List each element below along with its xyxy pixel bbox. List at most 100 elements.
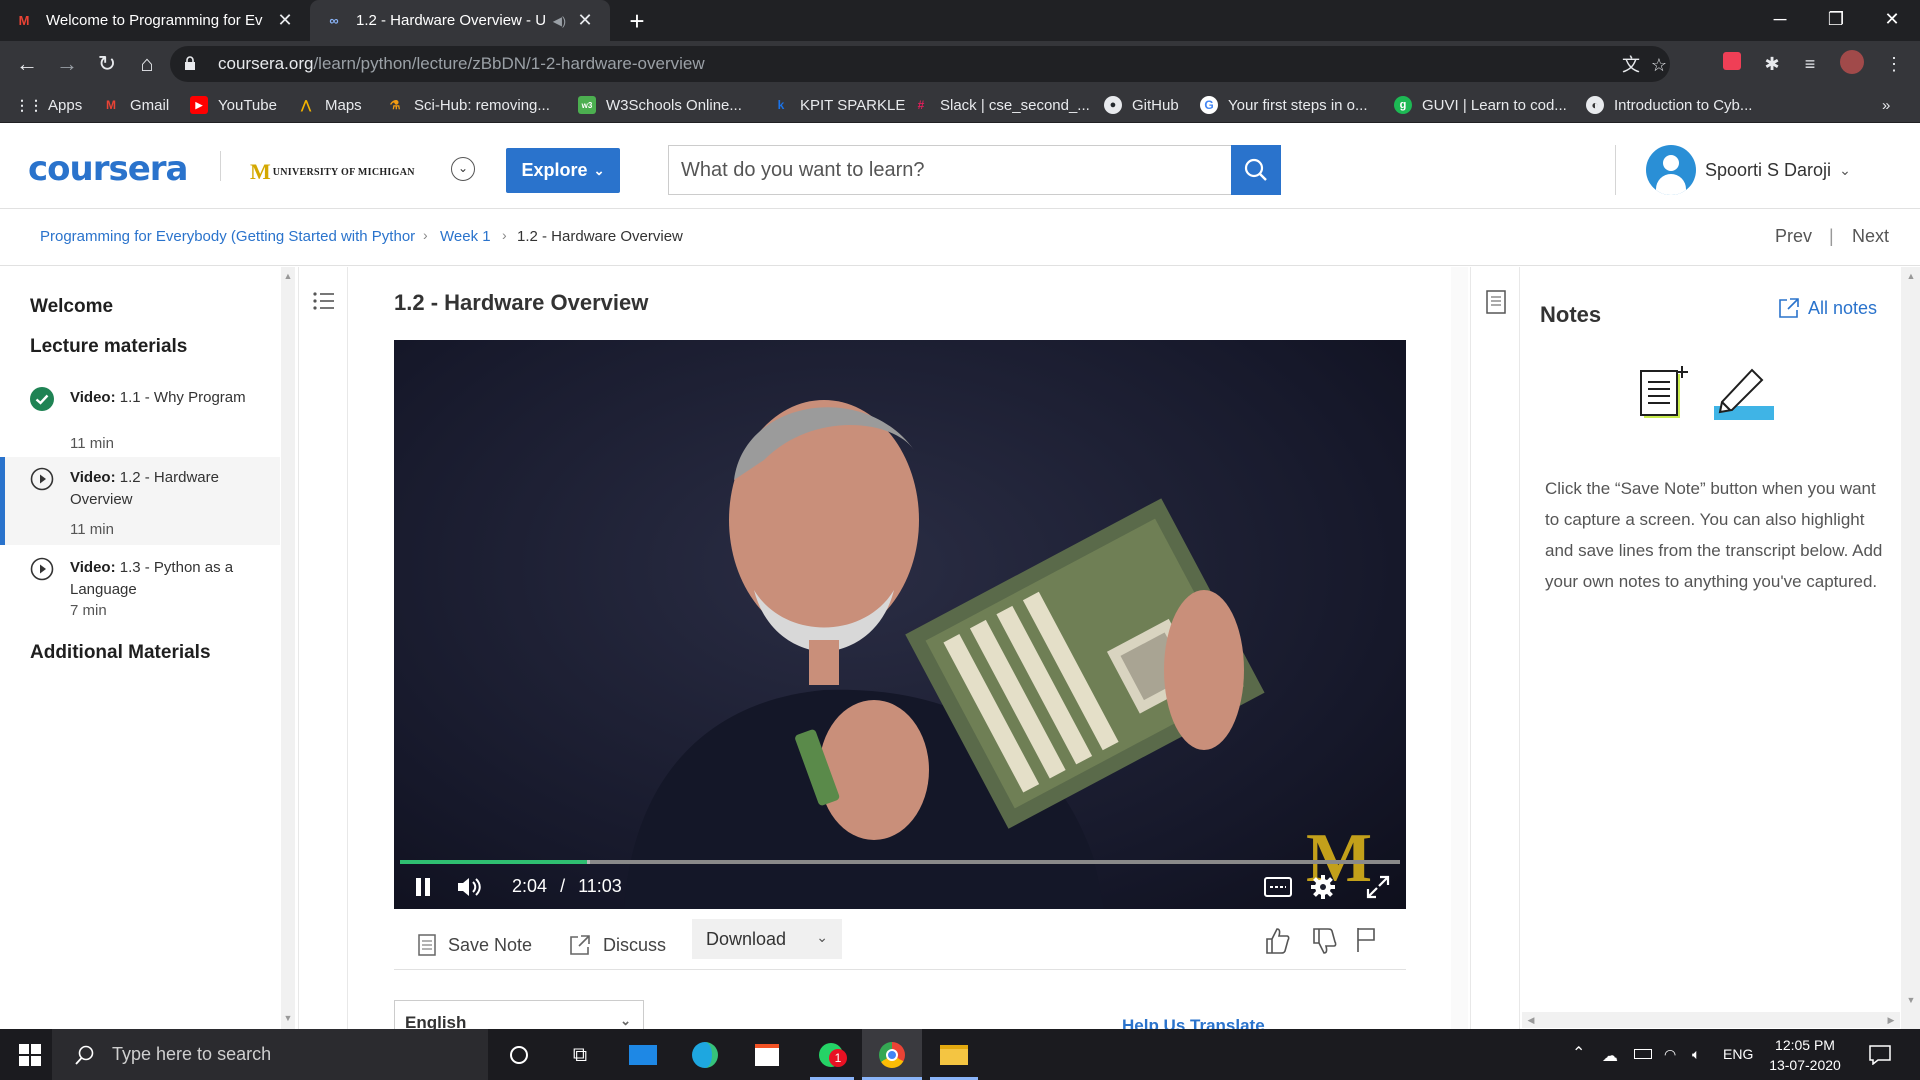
whatsapp-icon[interactable]: 1 bbox=[815, 1039, 847, 1071]
bookmark-gmail[interactable]: M Gmail bbox=[102, 94, 169, 116]
scroll-up-icon[interactable]: ▲ bbox=[281, 271, 295, 281]
sidebar-scrollbar[interactable]: ▲ ▼ bbox=[281, 267, 295, 1029]
course-outline-sidebar: Welcome Lecture materials Video: 1.1 - W… bbox=[0, 267, 280, 1029]
bookmark-cyber[interactable]: ◐ Introduction to Cyb... bbox=[1586, 94, 1752, 116]
sidebar-item-video-1-2[interactable]: Video: 1.2 - Hardware Overview 11 min bbox=[0, 457, 280, 545]
fullscreen-icon[interactable] bbox=[1366, 875, 1390, 899]
bookmarks-overflow-button[interactable]: » bbox=[1882, 94, 1890, 116]
pocket-extension-icon[interactable] bbox=[1718, 50, 1746, 78]
search-input[interactable] bbox=[668, 145, 1232, 195]
user-menu[interactable]: Spoorti S Daroji ⌄ bbox=[1646, 145, 1851, 195]
task-view-icon[interactable]: ⧉ bbox=[564, 1039, 596, 1071]
bookmark-slack[interactable]: # Slack | cse_second_... bbox=[912, 94, 1090, 116]
chevron-up-icon[interactable]: ⌃ bbox=[1572, 1043, 1585, 1063]
save-note-button[interactable]: Save Note bbox=[418, 925, 532, 965]
breadcrumb: Programming for Everybody (Getting Start… bbox=[0, 209, 1920, 266]
bookmark-youtube[interactable]: ▶ YouTube bbox=[190, 94, 277, 116]
home-icon[interactable]: ⌂ bbox=[132, 49, 162, 79]
scroll-down-icon[interactable]: ▼ bbox=[1904, 995, 1918, 1005]
browser-tab-coursera[interactable]: ∞ 1.2 - Hardware Overview - U ◀) ✕ bbox=[310, 0, 610, 41]
bookmark-w3schools[interactable]: w3 W3Schools Online... bbox=[578, 94, 742, 116]
pause-icon[interactable] bbox=[414, 877, 434, 897]
notes-horizontal-scrollbar[interactable]: ◀ ▶ bbox=[1522, 1012, 1900, 1028]
sidebar-section-additional-materials[interactable]: Additional Materials bbox=[30, 642, 211, 664]
bookmark-google[interactable]: G Your first steps in o... bbox=[1200, 94, 1368, 116]
bookmark-maps[interactable]: ⋀ Maps bbox=[297, 94, 362, 116]
next-button[interactable]: Next bbox=[1852, 226, 1889, 247]
bookmark-kpit[interactable]: k KPIT SPARKLE bbox=[772, 94, 906, 116]
wifi-icon[interactable]: ◠ bbox=[1664, 1046, 1676, 1063]
scroll-right-icon[interactable]: ▶ bbox=[1884, 1015, 1898, 1026]
breadcrumb-course[interactable]: Programming for Everybody (Getting Start… bbox=[40, 228, 415, 245]
thumbs-up-icon[interactable] bbox=[1264, 927, 1290, 955]
bookmark-guvi[interactable]: g GUVI | Learn to cod... bbox=[1394, 94, 1567, 116]
new-tab-button[interactable]: + bbox=[620, 4, 654, 38]
speaker-icon[interactable]: ◀) bbox=[553, 14, 566, 28]
system-clock[interactable]: 12:05 PM 13-07-2020 bbox=[1760, 1035, 1850, 1075]
flag-icon[interactable] bbox=[1355, 927, 1377, 953]
file-explorer-icon[interactable] bbox=[938, 1039, 970, 1071]
reload-icon[interactable]: ↻ bbox=[92, 49, 122, 79]
prev-next-separator: | bbox=[1829, 226, 1834, 246]
coursera-logo[interactable]: coursera bbox=[28, 149, 188, 189]
video-progress-bar[interactable] bbox=[400, 860, 1400, 864]
all-notes-link[interactable]: All notes bbox=[1778, 297, 1877, 319]
university-logo[interactable]: M UNIVERSITY OF MICHIGAN bbox=[250, 159, 415, 185]
scroll-up-icon[interactable]: ▲ bbox=[1904, 271, 1918, 281]
close-icon[interactable]: ✕ bbox=[574, 10, 596, 31]
translate-icon[interactable]: 文 bbox=[1620, 54, 1642, 76]
reading-list-icon[interactable]: ≡ bbox=[1796, 50, 1824, 78]
bookmark-scihub[interactable]: ⚗ Sci-Hub: removing... bbox=[386, 94, 550, 116]
star-icon[interactable]: ☆ bbox=[1648, 54, 1670, 76]
browser-tab-gmail[interactable]: M Welcome to Programming for Ev ✕ bbox=[0, 0, 310, 41]
explore-button[interactable]: Explore ⌄ bbox=[506, 148, 620, 193]
thumbs-down-icon[interactable] bbox=[1311, 927, 1337, 955]
breadcrumb-week[interactable]: Week 1 bbox=[440, 228, 491, 245]
content-scrollbar[interactable] bbox=[1451, 267, 1468, 1029]
captions-icon[interactable] bbox=[1264, 877, 1292, 897]
cortana-icon[interactable] bbox=[503, 1039, 535, 1071]
edge-icon[interactable] bbox=[689, 1039, 721, 1071]
notification-center-icon[interactable] bbox=[1869, 1045, 1891, 1065]
search-button[interactable] bbox=[1231, 145, 1281, 195]
input-language[interactable]: ENG bbox=[1723, 1046, 1753, 1062]
sidebar-item-welcome[interactable]: Welcome bbox=[30, 296, 113, 318]
chrome-icon[interactable] bbox=[876, 1039, 908, 1071]
taskbar-search-box[interactable]: Type here to search bbox=[52, 1029, 488, 1080]
list-outline-icon[interactable] bbox=[312, 289, 336, 313]
volume-icon[interactable] bbox=[456, 876, 484, 898]
windows-start-icon[interactable] bbox=[19, 1044, 41, 1066]
sidebar-item-video-1-3[interactable]: Video: 1.3 - Python as a Language 7 min bbox=[0, 545, 280, 630]
prev-button[interactable]: Prev bbox=[1775, 226, 1812, 247]
bookmark-github[interactable]: ● GitHub bbox=[1104, 94, 1179, 116]
battery-icon[interactable] bbox=[1634, 1046, 1652, 1062]
sidebar-item-video-1-1[interactable]: Video: 1.1 - Why Program 11 min bbox=[0, 377, 280, 457]
gear-icon[interactable] bbox=[1310, 874, 1336, 900]
minimize-button[interactable]: ─ bbox=[1752, 0, 1808, 41]
sidebar-section-lecture-materials[interactable]: Lecture materials bbox=[30, 336, 187, 358]
video-player[interactable]: M 2:04 / 11:03 bbox=[394, 340, 1406, 909]
transcript-language-select[interactable]: English ⌄ bbox=[394, 1000, 644, 1030]
chevron-down-icon[interactable]: ⌄ bbox=[451, 157, 475, 181]
address-bar[interactable]: coursera.org/learn/python/lecture/zBbDN/… bbox=[170, 46, 1670, 82]
window-close-button[interactable]: ✕ bbox=[1864, 0, 1920, 41]
discuss-button[interactable]: Discuss bbox=[569, 925, 666, 965]
chrome-menu-icon[interactable]: ⋮ bbox=[1880, 50, 1908, 78]
close-icon[interactable]: ✕ bbox=[274, 10, 296, 31]
back-arrow-icon[interactable]: ← bbox=[12, 49, 42, 79]
help-translate-link[interactable]: Help Us Translate bbox=[1122, 1016, 1265, 1030]
extensions-puzzle-icon[interactable]: ✱ bbox=[1758, 50, 1786, 78]
onedrive-cloud-icon[interactable]: ☁ bbox=[1602, 1046, 1618, 1066]
scroll-down-icon[interactable]: ▼ bbox=[281, 1013, 295, 1023]
download-dropdown[interactable]: Download ⌄ bbox=[692, 919, 842, 959]
store-icon[interactable] bbox=[751, 1039, 783, 1071]
profile-avatar-icon[interactable] bbox=[1838, 50, 1866, 78]
forward-arrow-icon[interactable]: → bbox=[52, 49, 82, 79]
bookmark-apps[interactable]: ⋮⋮ Apps bbox=[15, 94, 82, 116]
notes-document-icon[interactable] bbox=[1486, 290, 1506, 314]
speaker-icon[interactable]: 🔈︎ bbox=[1692, 1046, 1700, 1063]
maximize-button[interactable]: ❐ bbox=[1808, 0, 1864, 41]
scroll-left-icon[interactable]: ◀ bbox=[1524, 1015, 1538, 1026]
mail-icon[interactable] bbox=[627, 1039, 659, 1071]
notes-scrollbar[interactable]: ▲ ▼ bbox=[1901, 267, 1920, 1029]
